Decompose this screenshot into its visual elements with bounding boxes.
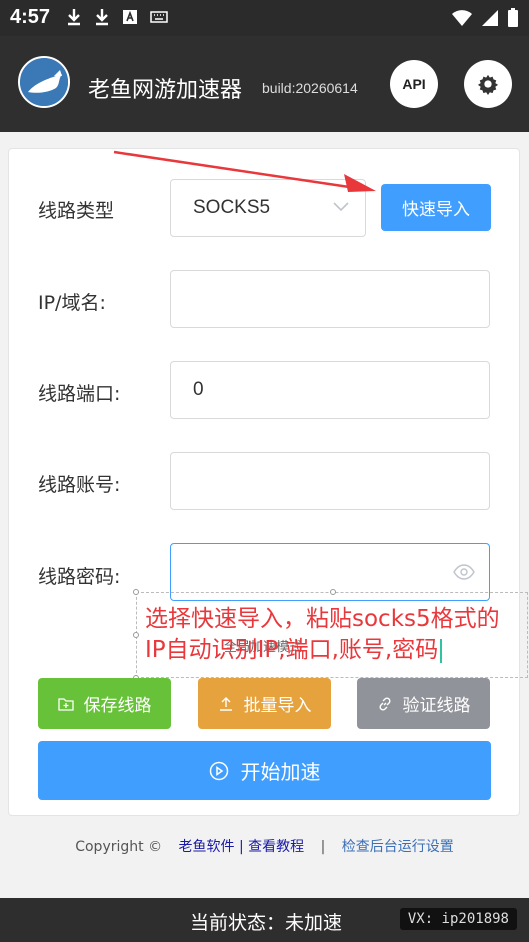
app-header: 老鱼网游加速器 build:20260614 API [0, 36, 529, 132]
footer-separator: | [320, 839, 326, 855]
port-value: 0 [193, 379, 204, 400]
vx-contact: VX: ip201898 [399, 908, 517, 930]
wifi-icon [452, 10, 472, 26]
status-time: 4:57 [10, 6, 51, 28]
resize-handle [330, 589, 336, 595]
batch-import-label: 批量导入 [243, 696, 312, 716]
background-settings-link[interactable]: 检查后台运行设置 [342, 839, 454, 855]
annotation-text: 选择快速导入，粘贴socks5格式的 IP自动识别IP,端口,账号,密码 [145, 604, 525, 666]
settings-button[interactable] [464, 60, 512, 108]
account-input[interactable] [170, 452, 490, 510]
verify-line-button[interactable]: 验证线路 [357, 678, 490, 729]
fish-logo-icon [20, 58, 68, 106]
signal-icon [482, 10, 498, 26]
annotation-arrow-icon [113, 150, 376, 192]
tutorial-link[interactable]: 老鱼软件 | 查看教程 [179, 839, 305, 855]
chevron-down-icon [333, 202, 349, 212]
keyboard-icon [150, 11, 168, 23]
batch-import-button[interactable]: 批量导入 [198, 678, 331, 729]
annotation-line-2: IP自动识别IP,端口,账号,密码 [145, 635, 525, 666]
line-type-value: SOCKS5 [193, 197, 271, 218]
quick-import-button[interactable]: 快速导入 [381, 184, 491, 231]
status-bar: 4:57 [0, 0, 529, 36]
upload-icon [219, 696, 232, 711]
footer: Copyright © 老鱼软件 | 查看教程 | 检查后台运行设置 [0, 836, 529, 856]
port-input[interactable]: 0 [170, 361, 490, 419]
status-line: 当前状态：未加速 VX: ip201898 [0, 898, 529, 942]
start-accel-button[interactable]: 开始加速 [38, 741, 491, 800]
font-icon [123, 10, 137, 24]
ip-input[interactable] [170, 270, 490, 328]
account-label: 线路账号: [38, 474, 121, 496]
resize-handle [133, 632, 139, 638]
play-icon [209, 761, 228, 780]
copyright-text: Copyright © [75, 839, 163, 855]
current-status: 当前状态：未加速 [190, 912, 343, 934]
battery-icon [508, 8, 518, 27]
api-button-label: API [402, 76, 426, 92]
download-icon [68, 9, 80, 26]
save-line-button[interactable]: 保存线路 [38, 678, 171, 729]
annotation-line-1: 选择快速导入，粘贴socks5格式的 [145, 606, 500, 632]
port-label: 线路端口: [38, 383, 121, 405]
text-cursor [440, 638, 443, 663]
eye-icon[interactable] [453, 564, 475, 580]
verify-line-label: 验证线路 [402, 696, 471, 716]
start-accel-label: 开始加速 [240, 760, 321, 784]
password-label: 线路密码: [38, 566, 121, 588]
ip-label: IP/域名: [38, 292, 106, 314]
save-line-label: 保存线路 [83, 696, 152, 716]
resize-handle [133, 589, 139, 595]
line-type-label: 线路类型 [38, 200, 115, 222]
quick-import-label: 快速导入 [402, 200, 470, 220]
link-icon [378, 696, 391, 711]
gear-icon [477, 74, 499, 95]
download-icon [96, 9, 108, 26]
app-title: 老鱼网游加速器 [88, 78, 243, 103]
folder-add-icon [57, 697, 74, 711]
build-version: build:20260614 [262, 80, 358, 96]
app-logo [18, 56, 70, 108]
api-button[interactable]: API [390, 60, 438, 108]
